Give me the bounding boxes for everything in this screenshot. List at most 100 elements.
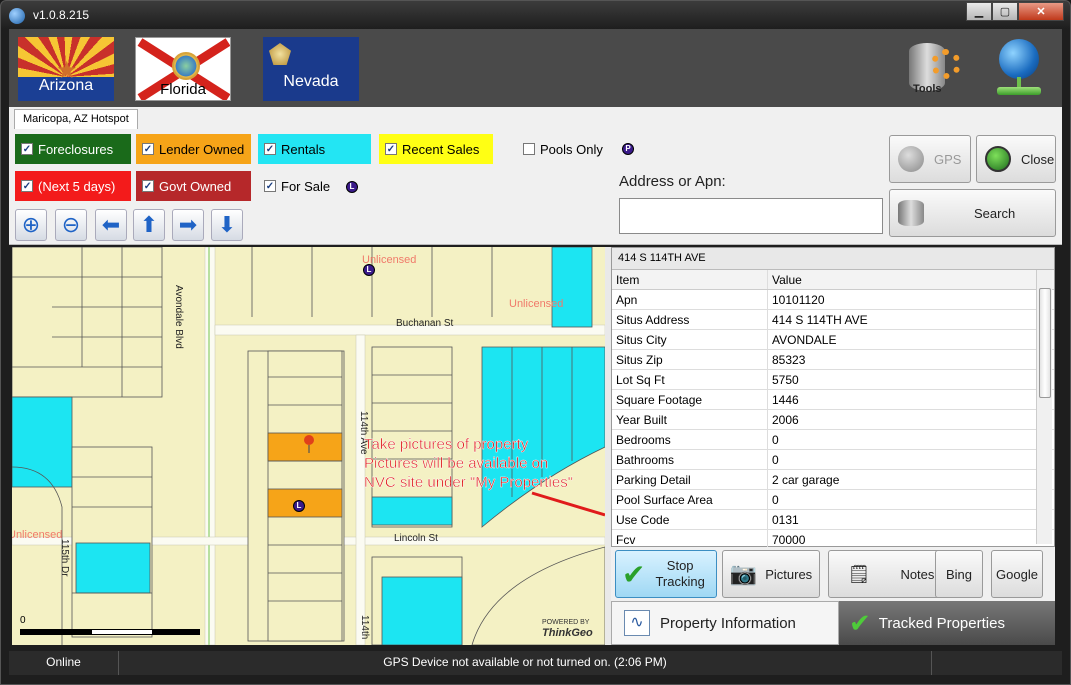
filter-foreclosures[interactable]: ✓ Foreclosures (15, 134, 131, 164)
checkmark-icon: ✔ (622, 558, 646, 590)
powered-by-label: POWERED BY (542, 619, 590, 626)
table-row[interactable]: Situs Zip 85323 (612, 350, 1054, 370)
property-item-cell: Situs Zip (612, 350, 768, 369)
grid-scrollbar[interactable] (1036, 270, 1052, 544)
minimize-button[interactable]: ▁ (966, 2, 992, 21)
street-label-avondale: Avondale Blvd (173, 285, 184, 349)
zoom-in-button[interactable]: ⊕ (15, 209, 47, 241)
pan-up-button[interactable]: ⬆ (133, 209, 165, 241)
info-chart-icon: ∿ (624, 610, 650, 636)
state-label: Florida (160, 81, 206, 98)
bottom-tabs: ∿ Property Information ✔ Tracked Propert… (611, 601, 1055, 645)
close-window-button[interactable]: ✕ (1018, 2, 1064, 21)
filter-next-5-days[interactable]: ✓ (Next 5 days) (15, 171, 131, 201)
annotation-line: NVC site under "My Properties" (364, 474, 574, 491)
notepad-icon: 🗒 (847, 563, 871, 584)
state-button-arizona[interactable]: ★ Arizona (18, 37, 114, 101)
table-row[interactable]: Bedrooms 0 (612, 430, 1054, 450)
filter-for-sale[interactable]: ✓ For Sale (258, 171, 358, 201)
filter-label: Recent Sales (402, 141, 480, 157)
annotation-text: Take pictures of property Pictures will … (364, 435, 573, 492)
pan-left-button[interactable]: ⬅ (95, 209, 127, 241)
checkbox[interactable]: ✓ (21, 143, 33, 155)
property-item-cell: Pool Surface Area (612, 490, 768, 509)
table-row[interactable]: Square Footage 1446 (612, 390, 1054, 410)
pictures-button[interactable]: 📷 Pictures (722, 550, 820, 598)
gps-button[interactable]: GPS (889, 135, 971, 183)
column-header-item[interactable]: Item (612, 270, 768, 289)
status-extra (931, 651, 1062, 675)
window-title: v1.0.8.215 (33, 8, 90, 22)
checkbox[interactable]: ✓ (385, 143, 397, 155)
stop-tracking-label: Stop (666, 558, 694, 573)
street-label-115th-dr: 115th Dr (59, 539, 70, 577)
bing-button[interactable]: Bing (935, 550, 983, 598)
table-row[interactable]: Use Code 0131 (612, 510, 1054, 530)
checkbox[interactable]: ✓ (142, 143, 154, 155)
filter-recent-sales[interactable]: ✓ Recent Sales (379, 134, 493, 164)
filter-rentals[interactable]: ✓ Rentals (258, 134, 371, 164)
notes-label: Notes (900, 566, 935, 582)
filter-pools-only[interactable]: Pools Only (517, 134, 617, 164)
property-value-cell: 5750 (772, 373, 799, 387)
camera-icon: 📷 (729, 561, 758, 586)
maximize-button[interactable]: ▢ (992, 2, 1018, 21)
table-row[interactable]: Parking Detail 2 car garage (612, 470, 1054, 490)
checkbox[interactable] (523, 143, 535, 155)
property-value-cell: 0 (772, 453, 779, 467)
close-button[interactable]: Close (976, 135, 1056, 183)
table-row[interactable]: Situs City AVONDALE (612, 330, 1054, 350)
table-row[interactable]: Apn 10101120 (612, 290, 1054, 310)
database-search-icon (898, 200, 924, 226)
property-value-cell: 0131 (772, 513, 799, 527)
checkbox[interactable]: ✓ (21, 180, 33, 192)
tab-tracked-properties[interactable]: ✔ Tracked Properties (839, 601, 1055, 645)
tools-button[interactable]: Tools (905, 37, 965, 101)
property-value-cell: 414 S 114TH AVE (772, 313, 868, 327)
listing-marker-icon[interactable]: L (293, 500, 305, 512)
scroll-thumb[interactable] (1039, 288, 1051, 398)
filter-toolbar: ✓ Foreclosures ✓ Lender Owned ✓ Rentals ✓ Re… (9, 129, 1062, 245)
tab-label: Tracked Properties (878, 614, 1005, 632)
florida-seal-icon (172, 52, 200, 80)
table-row[interactable]: Bathrooms 0 (612, 450, 1054, 470)
table-row[interactable]: Pool Surface Area 0 (612, 490, 1054, 510)
google-button[interactable]: Google (991, 550, 1043, 598)
filter-govt-owned[interactable]: ✓ Govt Owned (136, 171, 251, 201)
map-pin-icon[interactable] (304, 435, 314, 445)
tab-maricopa-hotspot[interactable]: Maricopa, AZ Hotspot (14, 109, 138, 129)
tab-property-information[interactable]: ∿ Property Information (611, 601, 839, 645)
state-button-florida[interactable]: Florida (135, 37, 231, 101)
arrow-up-icon: ⬆ (139, 212, 159, 237)
street-label-lincoln: Lincoln St (394, 533, 438, 544)
google-label: Google (996, 566, 1038, 582)
table-row[interactable]: Year Built 2006 (612, 410, 1054, 430)
network-globe-button[interactable] (995, 39, 1041, 101)
filter-lender-owned[interactable]: ✓ Lender Owned (136, 134, 251, 164)
pan-down-button[interactable]: ⬇ (211, 209, 243, 241)
property-details-panel: 414 S 114TH AVE Item Value Apn 10101120 Si… (611, 247, 1055, 550)
table-row[interactable]: Situs Address 414 S 114TH AVE (612, 310, 1054, 330)
tools-label: Tools (913, 83, 942, 95)
stop-tracking-button[interactable]: ✔ Stop Tracking (615, 550, 717, 598)
search-button[interactable]: Search (889, 189, 1056, 237)
state-button-nevada[interactable]: Nevada (263, 37, 359, 101)
checkbox[interactable]: ✓ (142, 180, 154, 192)
checkbox[interactable]: ✓ (264, 180, 276, 192)
property-item-cell: Year Built (612, 410, 768, 429)
address-input[interactable] (619, 198, 883, 234)
state-header: ★ Arizona Florida Nevada Tools (9, 29, 1062, 107)
thinkgeo-logo: ThinkGeo (542, 627, 593, 639)
filter-label: (Next 5 days) (38, 178, 116, 194)
zoom-out-button[interactable]: ⊖ (55, 209, 87, 241)
title-bar[interactable]: v1.0.8.215 ▁ ▢ ✕ (1, 1, 1070, 29)
unlicensed-watermark: Unlicensed (362, 254, 417, 266)
column-header-value[interactable]: Value (768, 270, 1030, 289)
pan-right-button[interactable]: ➡ (172, 209, 204, 241)
table-row[interactable]: Lot Sq Ft 5750 (612, 370, 1054, 390)
property-value-cell: 2 car garage (772, 473, 840, 487)
property-item-cell: Bedrooms (612, 430, 768, 449)
checkbox[interactable]: ✓ (264, 143, 276, 155)
property-item-cell: Situs Address (612, 310, 768, 329)
arrow-left-icon: ⬅ (101, 212, 121, 237)
